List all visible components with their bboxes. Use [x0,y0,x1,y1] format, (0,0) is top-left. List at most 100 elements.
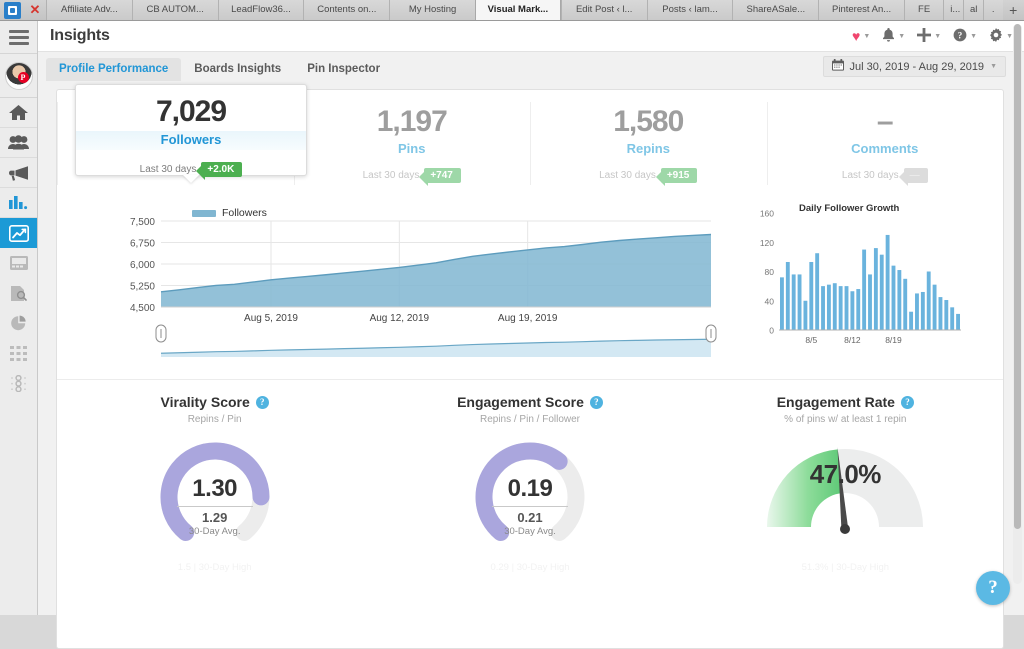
help-fab[interactable]: ? [976,571,1010,605]
outlook-icon[interactable] [4,2,21,19]
kpi-value: 7,029 [155,95,227,128]
grid-icon [10,345,27,361]
insights-panel: 7,029 Followers Last 30 days +2.0K 1,197… [56,84,1004,649]
create-button[interactable]: ▼ [912,26,946,46]
svg-text:120: 120 [760,238,774,248]
notifications-button[interactable]: ▼ [877,26,910,46]
avatar[interactable]: P [0,54,37,98]
pie-chart-icon [10,315,27,332]
chevron-down-icon: ▼ [934,32,942,40]
kpi-value: – [876,105,894,138]
sidebar-item-audience[interactable] [0,128,37,158]
gauge-subtitle: % of pins w/ at least 1 repin [784,414,907,425]
date-range-label: Jul 30, 2019 - Aug 29, 2019 [849,60,985,73]
gear-icon [989,28,1003,44]
chevron-down-icon: ▼ [1006,32,1013,40]
close-icon[interactable]: ✕ [24,0,46,20]
people-icon [8,135,29,150]
gauge-title: Engagement Rate [776,394,895,410]
divider [491,506,568,507]
home-icon [9,104,28,121]
app-header: Insights ♥ ▼ ▼ ▼ ? ▼ ▼ [38,21,1024,52]
gauge-high-label: 0.29 | 30-Day High [490,562,570,573]
question-icon[interactable]: ? [255,395,269,409]
browser-tab[interactable]: Pinterest An... [818,0,904,20]
megaphone-icon [8,165,29,181]
browser-tab[interactable]: LeadFlow36... [217,0,304,20]
sidebar-item-pie[interactable] [0,308,37,338]
chevron-down-icon: ▼ [863,32,871,40]
browser-tab[interactable]: Visual Mark... [474,0,561,20]
svg-text:4,500: 4,500 [130,303,155,314]
new-tab-button[interactable]: + [1003,0,1024,20]
tab-pin-inspector[interactable]: Pin Inspector [294,58,393,81]
browser-tab[interactable]: ShareASale... [732,0,819,20]
sidebar-item-insights[interactable] [0,218,37,248]
app-shell: Insights ♥ ▼ ▼ ▼ ? ▼ ▼ Profile Performan… [38,21,1024,649]
gauge-average-label: 30-Day Avg. [504,525,556,537]
gauge-needle-svg [767,447,924,534]
browser-tab[interactable]: Edit Post ‹ l... [560,0,647,20]
page-scrollbar[interactable] [1013,24,1022,584]
gauge-average-label: 30-Day Avg. [188,525,241,537]
date-range-picker[interactable]: Jul 30, 2019 - Aug 29, 2019 ▼ [822,56,1006,77]
favorites-button[interactable]: ♥ ▼ [847,27,875,45]
question-icon[interactable]: ? [589,395,603,409]
kpi-card-comments[interactable]: – Comments Last 30 days — [766,90,1004,195]
gauge-average-value: 1.29 [202,510,228,525]
browser-tab[interactable]: FE [904,0,944,20]
question-icon[interactable]: ? [900,395,914,409]
divider [176,506,253,507]
gauge-value: 47.0% [809,459,882,489]
svg-text:8/19: 8/19 [885,335,902,345]
tab-boards-insights[interactable]: Boards Insights [181,58,294,81]
browser-tab[interactable]: Contents on... [303,0,390,20]
kpi-label: Comments [851,141,919,156]
svg-text:Aug 19, 2019: Aug 19, 2019 [498,313,558,324]
left-rail: P [0,21,38,615]
gauge-subtitle: Repins / Pin / Follower [479,414,581,425]
chevron-down-icon: ▼ [970,32,978,40]
chevron-down-icon: ▼ [898,32,906,40]
kpi-card-followers[interactable]: 7,029 Followers Last 30 days +2.0K [75,84,307,180]
svg-text:5,250: 5,250 [130,282,155,293]
svg-text:6,000: 6,000 [130,260,155,271]
tab-profile-performance[interactable]: Profile Performance [46,58,182,81]
chevron-down-icon: ▼ [990,63,997,70]
sidebar-item-reports[interactable] [0,278,37,308]
svg-text:6,750: 6,750 [130,239,155,250]
svg-text:8/5: 8/5 [805,335,817,345]
kpi-card-pins[interactable]: 1,197 Pins Last 30 days +747 [293,90,531,195]
kpi-label: Followers [76,131,306,150]
sidebar-item-campaigns[interactable] [0,248,37,278]
sidebar-item-grid[interactable] [0,338,37,368]
browser-tab[interactable]: al [963,0,983,20]
kpi-value: 1,580 [613,105,684,138]
browser-tab[interactable]: CB AUTOM... [131,0,218,20]
browser-tab[interactable]: My Hosting [389,0,475,20]
browser-tab[interactable]: Posts ‹ lam... [646,0,733,20]
question-icon: ? [953,28,967,44]
browser-tab[interactable]: i... [943,0,963,20]
followers-area-chart[interactable]: Followers 4,500 5,250 6,000 6,750 7,500 Aug 5… [117,195,717,380]
kpi-period: Last 30 days [841,170,899,181]
gauge-readout: 1.30 1.29 30-Day Avg. [57,475,372,537]
area-chart-svg: 4,500 5,250 6,000 6,750 7,500 Aug 5, 2019 Aug … [130,217,717,357]
scrollbar-thumb[interactable] [1014,24,1021,529]
sidebar-item-tracking[interactable] [0,368,37,398]
browser-tab[interactable]: Affiliate Adv... [46,0,132,20]
help-menu-button[interactable]: ? ▼ [948,26,982,46]
sidebar-item-home[interactable] [0,98,37,128]
daily-growth-bar-chart[interactable]: Daily Follower Growth 0 40 80 120 160 8/5 8/12… [747,195,997,380]
menu-toggle-icon[interactable] [0,21,37,54]
sidebar-item-promote[interactable] [0,158,37,188]
gauge-body: 47.0% [688,431,1003,556]
traffic-icon [11,374,26,392]
kpi-card-repins[interactable]: 1,580 Repins Last 30 days +915 [530,90,767,195]
sidebar-item-analytics[interactable] [0,188,37,218]
gauge-virality-score: Virality Score ? Repins / Pin 1.30 1.29 … [57,380,372,595]
browser-tab[interactable]: . [982,0,1003,20]
kpi-value: 1,197 [376,105,448,138]
svg-text:Aug 5, 2019: Aug 5, 2019 [244,313,298,324]
kpi-delta-badge: +915 [655,168,698,186]
